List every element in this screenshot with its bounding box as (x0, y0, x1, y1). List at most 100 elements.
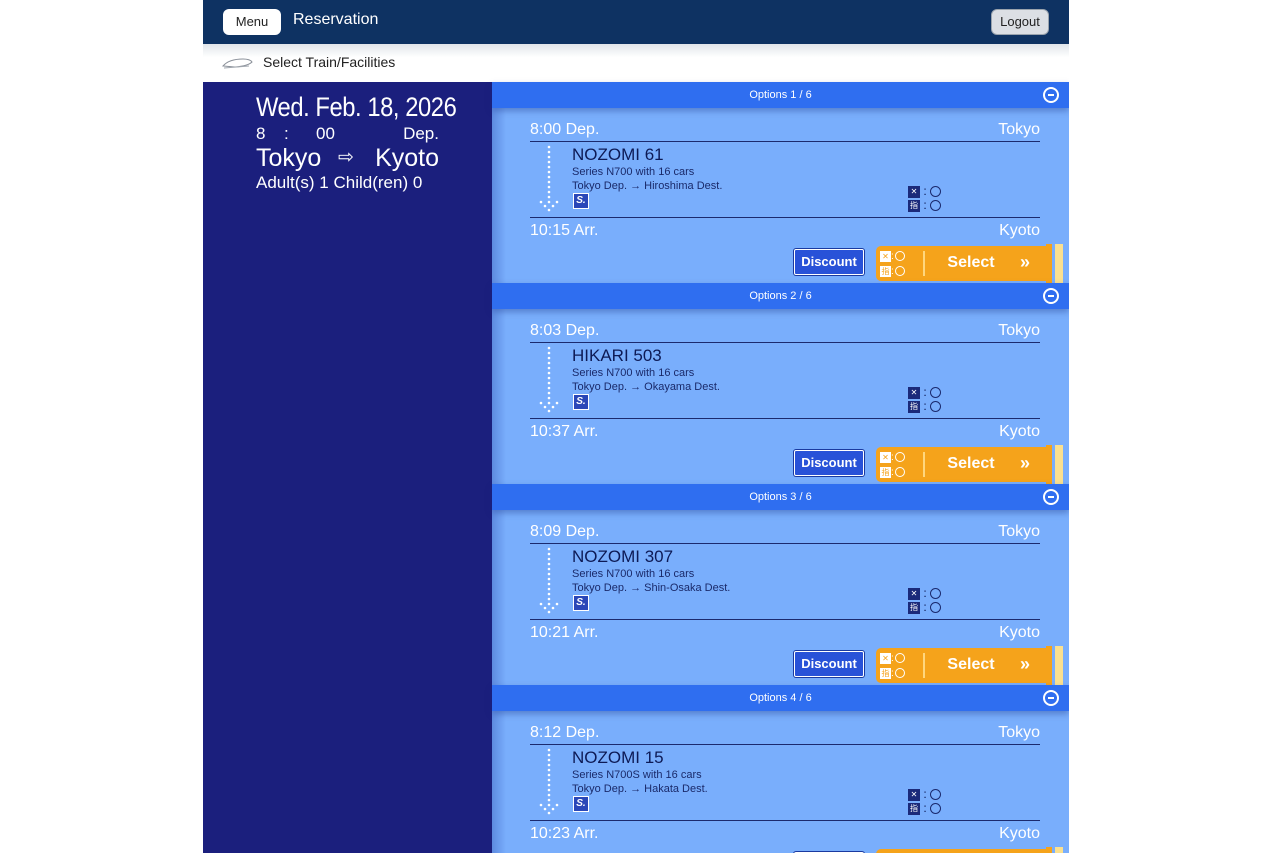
colon: : (923, 385, 927, 400)
collapse-icon[interactable] (1043, 288, 1059, 304)
arrival-station: Kyoto (999, 423, 1040, 440)
collapse-icon[interactable] (1043, 690, 1059, 706)
train-series: Series N700 with 16 cars (572, 367, 695, 379)
reserved-seat-icon: 指 (880, 466, 891, 478)
divider (530, 342, 1040, 343)
select-tab-edge (1055, 847, 1063, 853)
select-tab-edge (1055, 244, 1063, 283)
departure-time: 8:12 Dep. (530, 724, 600, 741)
unreserved-seat-icon: ✕ (908, 386, 920, 399)
option-header-label: Options 1 / 6 (749, 89, 812, 101)
divider (530, 418, 1040, 419)
train-name: NOZOMI 61 (572, 145, 664, 164)
available-circle-icon (930, 588, 941, 600)
train-option-1: Options 1 / 6 8:00 Dep. Tokyo NOZOMI 61 … (492, 82, 1069, 283)
card-shadow (492, 309, 506, 484)
select-tab-edge (1046, 646, 1052, 685)
destination-station: Kyoto (375, 144, 439, 172)
train-series: Series N700S with 16 cars (572, 769, 702, 781)
select-tab-edge (1055, 445, 1063, 484)
search-summary-panel: Wed. Feb. 18, 2026 8 : 00 Dep. Tokyo ⇨ K… (203, 82, 492, 853)
select-divider (923, 452, 925, 477)
colon: : (891, 653, 894, 664)
available-circle-icon (930, 200, 941, 212)
train-option-4: Options 4 / 6 8:12 Dep. Tokyo NOZOMI 15 … (492, 685, 1069, 853)
arrival-time: 10:21 Arr. (530, 624, 599, 641)
available-circle-icon (930, 789, 941, 801)
logout-button[interactable]: Logout (991, 9, 1049, 35)
arrival-time: 10:23 Arr. (530, 825, 599, 842)
colon: : (891, 452, 894, 463)
unreserved-availability: ✕: (908, 185, 941, 198)
departure-time: 8 : 00 Dep. (256, 124, 439, 144)
colon: : (923, 801, 927, 816)
travel-arrow-icon (539, 145, 559, 212)
available-circle-icon (930, 401, 941, 413)
colon: : (891, 467, 894, 478)
card-shadow (492, 108, 506, 283)
train-options-list: Options 1 / 6 8:00 Dep. Tokyo NOZOMI 61 … (492, 82, 1069, 853)
select-button[interactable]: ✕: 指: Select » (876, 447, 1046, 482)
select-button[interactable]: ✕: 指: Select » (876, 849, 1046, 853)
departure-station: Tokyo (998, 724, 1040, 741)
discount-button[interactable]: Discount (794, 651, 864, 677)
train-series: Series N700 with 16 cars (572, 166, 695, 178)
colon: : (923, 586, 927, 601)
departure-station: Tokyo (998, 121, 1040, 138)
chevron-right-icon: » (1020, 252, 1031, 272)
step-title: Select Train/Facilities (263, 54, 396, 70)
menu-button[interactable]: Menu (223, 9, 281, 35)
available-circle-icon (894, 251, 905, 262)
divider (530, 543, 1040, 544)
select-tab-edge (1046, 445, 1052, 484)
collapse-icon[interactable] (1043, 489, 1059, 505)
colon: : (923, 600, 927, 615)
select-tab-edge (1046, 244, 1052, 283)
select-divider (923, 251, 925, 276)
route-arrow-icon: ⇨ (338, 147, 354, 168)
select-button[interactable]: ✕: 指: Select » (876, 246, 1046, 281)
train-option-2: Options 2 / 6 8:03 Dep. Tokyo HIKARI 503… (492, 283, 1069, 484)
travel-arrow-icon (539, 547, 559, 614)
smoking-room-icon: S. (573, 394, 589, 410)
smoking-room-icon: S. (573, 193, 589, 209)
unreserved-seat-icon: ✕ (880, 250, 891, 262)
seat-availability-mini: ✕: 指: (880, 249, 920, 279)
discount-button[interactable]: Discount (794, 450, 864, 476)
option-header-label: Options 3 / 6 (749, 491, 812, 503)
option-header: Options 2 / 6 (492, 283, 1069, 309)
reserved-seat-icon: 指 (880, 667, 891, 679)
unreserved-availability: ✕: (908, 587, 941, 600)
reserved-availability: 指: (908, 400, 941, 413)
available-circle-icon (894, 653, 905, 664)
colon: : (891, 251, 894, 262)
reserved-availability: 指: (908, 802, 941, 815)
seat-availability-mini: ✕: 指: (880, 651, 920, 681)
select-divider (923, 653, 925, 678)
train-name: NOZOMI 307 (572, 547, 674, 566)
colon: : (923, 787, 927, 802)
option-header-label: Options 2 / 6 (749, 290, 812, 302)
collapse-icon[interactable] (1043, 87, 1059, 103)
divider (530, 217, 1040, 218)
select-button[interactable]: ✕: 指: Select » (876, 648, 1046, 683)
available-circle-icon (894, 452, 905, 463)
time-hour: 8 (256, 124, 266, 143)
arrival-time: 10:37 Arr. (530, 423, 599, 440)
reserved-seat-icon: 指 (908, 400, 920, 413)
train-destination: Tokyo Dep. → Shin-Osaka Dest. (572, 582, 731, 594)
discount-button[interactable]: Discount (794, 249, 864, 275)
top-header: Menu Reservation Logout (203, 0, 1069, 44)
card-shadow (492, 510, 506, 685)
reserved-seat-icon: 指 (880, 265, 891, 277)
arrival-station: Kyoto (999, 624, 1040, 641)
arrival-time: 10:15 Arr. (530, 222, 599, 239)
time-minute: 00 (316, 124, 335, 143)
divider (530, 141, 1040, 142)
departure-time: 8:00 Dep. (530, 121, 600, 138)
unreserved-seat-icon: ✕ (908, 788, 920, 801)
colon: : (923, 399, 927, 414)
reserved-availability: 指: (908, 199, 941, 212)
train-destination: Tokyo Dep. → Hiroshima Dest. (572, 180, 723, 192)
train-destination: Tokyo Dep. → Hakata Dest. (572, 783, 708, 795)
